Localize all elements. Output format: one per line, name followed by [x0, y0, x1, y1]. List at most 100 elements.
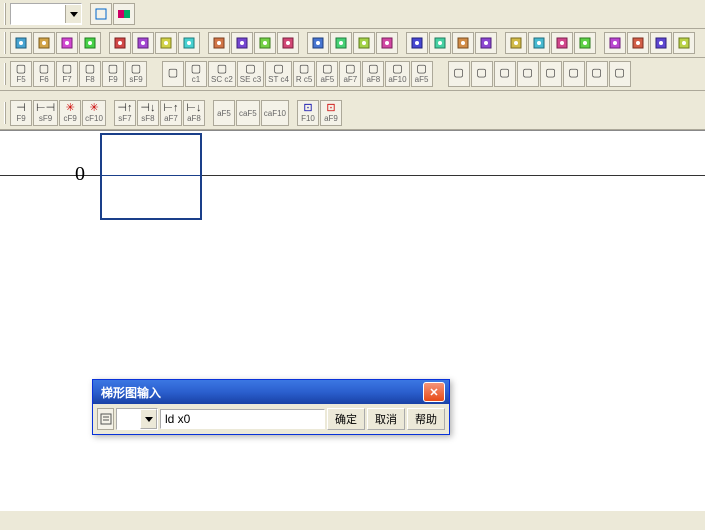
- fkey-aF5-button[interactable]: ▢ aF5: [411, 61, 433, 87]
- help-button[interactable]: 帮助: [407, 408, 445, 430]
- fkey-slot21-button[interactable]: ▢: [540, 61, 562, 87]
- bookmark-button[interactable]: [307, 32, 329, 54]
- fkey-icon: ▢: [545, 68, 555, 79]
- instruction-input[interactable]: [160, 409, 325, 429]
- edit-a-button[interactable]: [109, 32, 131, 54]
- ladder-key-label: caF5: [239, 110, 257, 118]
- fkey-label: aF8: [366, 76, 380, 84]
- fkey-F5-button[interactable]: ▢ F5: [10, 61, 32, 87]
- replace-button[interactable]: [254, 32, 276, 54]
- ladder-cell-selected-bottom[interactable]: [100, 175, 202, 220]
- fkey-ST c4-button[interactable]: ▢ ST c4: [265, 61, 292, 87]
- contact-button[interactable]: [429, 32, 451, 54]
- fkey-aF8-button[interactable]: ▢ aF8: [362, 61, 384, 87]
- ladder-key-label: sF7: [118, 115, 131, 123]
- fkey-SE c3-button[interactable]: ▢ SE c3: [237, 61, 264, 87]
- tool-btn-a[interactable]: [90, 3, 112, 25]
- fkey-label: aF5: [415, 76, 429, 84]
- fkey-slot18-button[interactable]: ▢: [471, 61, 493, 87]
- ladder-cF9-button[interactable]: ✳ cF9: [59, 100, 81, 126]
- fkey-SC c2-button[interactable]: ▢ SC c2: [208, 61, 236, 87]
- zoom-fit-button[interactable]: [79, 32, 101, 54]
- fkey-aF10-button[interactable]: ▢ aF10: [385, 61, 409, 87]
- ladder-3-button[interactable]: [376, 32, 398, 54]
- ladder-symbol-icon: ⊢↓: [186, 103, 201, 114]
- ladder-symbol-icon: ⊣: [16, 103, 26, 114]
- ladder-sF7-button[interactable]: ⊣↑ sF7: [114, 100, 136, 126]
- ladder-sF9-button[interactable]: ⊢⊣ sF9: [33, 100, 58, 126]
- tool-c-button[interactable]: [650, 32, 672, 54]
- ok-button[interactable]: 确定: [327, 408, 365, 430]
- ladder-4-button[interactable]: [406, 32, 428, 54]
- fkey-F9-button[interactable]: ▢ F9: [102, 61, 124, 87]
- ladder-aF8-button[interactable]: ⊢↓ aF8: [183, 100, 205, 126]
- fkey-icon: ▢: [345, 64, 355, 75]
- ladder-caF5-button[interactable]: caF5: [236, 100, 260, 126]
- fkey-aF7-button[interactable]: ▢ aF7: [339, 61, 361, 87]
- find-next-button[interactable]: [231, 32, 253, 54]
- close-button[interactable]: ✕: [423, 382, 445, 402]
- goto-button[interactable]: [277, 32, 299, 54]
- ladder-aF9-button[interactable]: ⊡ aF9: [320, 100, 342, 126]
- block-b-button[interactable]: [528, 32, 550, 54]
- dialog-icon-button[interactable]: [97, 408, 114, 430]
- ladder-sF8-button[interactable]: ⊣↓ sF8: [137, 100, 159, 126]
- block-a-button[interactable]: [505, 32, 527, 54]
- fkey-slot20-button[interactable]: ▢: [517, 61, 539, 87]
- ladder-2-button[interactable]: [353, 32, 375, 54]
- ladder-cF10-button[interactable]: ✳ cF10: [82, 100, 106, 126]
- ladder-F9-button[interactable]: ⊣ F9: [10, 100, 32, 126]
- zoom-page-button[interactable]: [33, 32, 55, 54]
- dialog-titlebar[interactable]: 梯形图输入 ✕: [93, 380, 449, 404]
- fkey-slot23-button[interactable]: ▢: [586, 61, 608, 87]
- fkey-icon: ▢: [62, 64, 72, 75]
- view-button[interactable]: [673, 32, 695, 54]
- palette-button[interactable]: [155, 32, 177, 54]
- ladder-1-button[interactable]: [330, 32, 352, 54]
- ladder-editor[interactable]: 0 梯形图输入 ✕ 确定 取消 帮助: [0, 130, 705, 511]
- toggle-button[interactable]: [574, 32, 596, 54]
- ruler-button[interactable]: [178, 32, 200, 54]
- fkey-F7-button[interactable]: ▢ F7: [56, 61, 78, 87]
- fkey-slot17-button[interactable]: ▢: [448, 61, 470, 87]
- fkey-sF9-button[interactable]: ▢ sF9: [125, 61, 147, 87]
- cancel-button[interactable]: 取消: [367, 408, 405, 430]
- zoom-all-button[interactable]: [56, 32, 78, 54]
- fkey-slot19-button[interactable]: ▢: [494, 61, 516, 87]
- ladder-symbol-icon: ✳: [66, 103, 75, 114]
- ladder-aF7-button[interactable]: ⊢↑ aF7: [160, 100, 182, 126]
- fkey-F8-button[interactable]: ▢ F8: [79, 61, 101, 87]
- ladder-aF5-button[interactable]: aF5: [213, 100, 235, 126]
- combo-box-1[interactable]: [10, 3, 82, 25]
- find-button[interactable]: [208, 32, 230, 54]
- block-c-button[interactable]: [551, 32, 573, 54]
- ladder-key-label: aF9: [324, 115, 338, 123]
- tool-btn-b[interactable]: [113, 3, 135, 25]
- fkey-aF5-button[interactable]: ▢ aF5: [316, 61, 338, 87]
- ladder-caF10-button[interactable]: caF10: [261, 100, 289, 126]
- zoom-q-button[interactable]: [10, 32, 32, 54]
- edit-b-button[interactable]: [132, 32, 154, 54]
- chevron-down-icon: [65, 5, 81, 23]
- ladder-symbol-icon: ⊢⊣: [36, 103, 55, 114]
- fkey-icon: ▢: [131, 64, 141, 75]
- compare-button[interactable]: [475, 32, 497, 54]
- fkey-slot6-button[interactable]: ▢: [162, 61, 184, 87]
- fkey-slot22-button[interactable]: ▢: [563, 61, 585, 87]
- edit-b-icon: [136, 36, 150, 50]
- ladder-F10-button[interactable]: ⊡ F10: [297, 100, 319, 126]
- fkey-icon: ▢: [499, 68, 509, 79]
- toggle-icon: [578, 36, 592, 50]
- fkey-R c5-button[interactable]: ▢ R c5: [293, 61, 315, 87]
- tool-b-button[interactable]: [627, 32, 649, 54]
- fkey-F6-button[interactable]: ▢ F6: [33, 61, 55, 87]
- goto-icon: [281, 36, 295, 50]
- fkey-slot24-button[interactable]: ▢: [609, 61, 631, 87]
- fkey-c1-button[interactable]: ▢ c1: [185, 61, 207, 87]
- fkey-label: ST c4: [268, 76, 289, 84]
- coil-icon: [456, 36, 470, 50]
- coil-button[interactable]: [452, 32, 474, 54]
- tool-a-button[interactable]: [604, 32, 626, 54]
- ladder-cell-selected-top[interactable]: [100, 133, 202, 179]
- dialog-type-combo[interactable]: [116, 408, 158, 430]
